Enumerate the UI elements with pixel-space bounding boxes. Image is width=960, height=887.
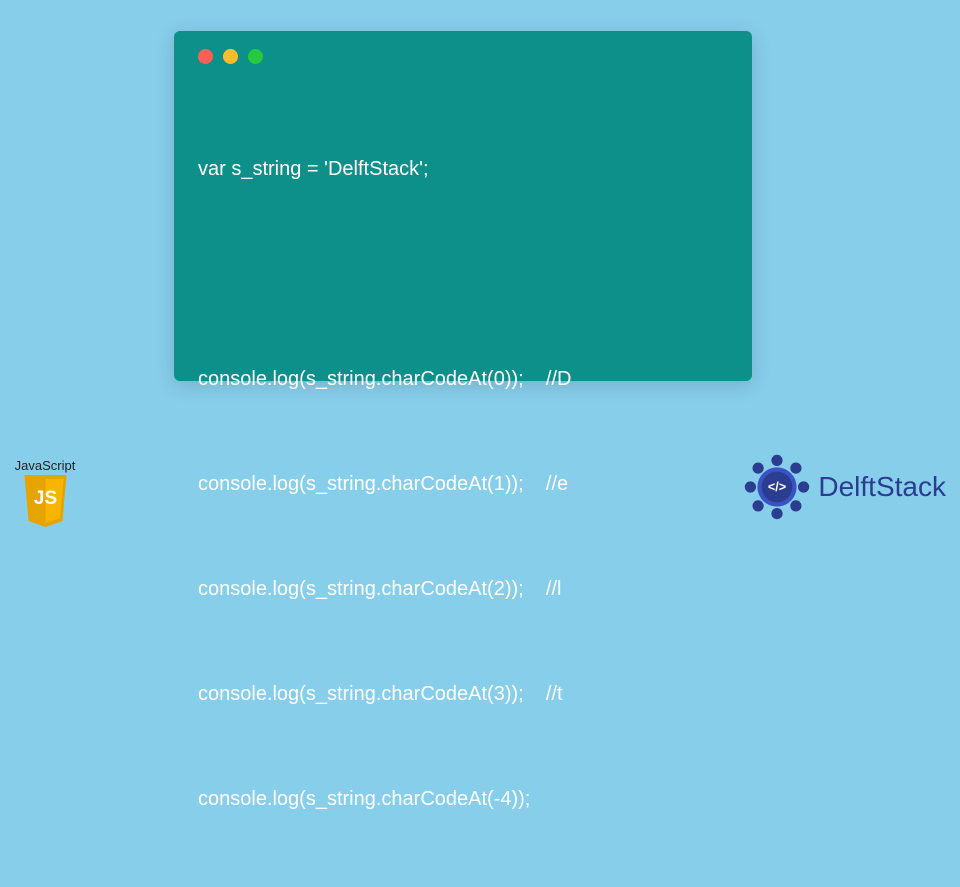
delftstack-text: DelftStack xyxy=(818,471,946,503)
maximize-icon xyxy=(248,49,263,64)
code-line: console.log(s_string.charCodeAt(3)); //t xyxy=(198,677,728,712)
code-window: var s_string = 'DelftStack'; console.log… xyxy=(174,31,752,381)
code-line: var s_string = 'DelftStack'; xyxy=(198,152,728,187)
svg-text:</>: </> xyxy=(768,480,786,494)
code-body: var s_string = 'DelftStack'; console.log… xyxy=(198,82,728,887)
code-line-blank xyxy=(198,257,728,292)
minimize-icon xyxy=(223,49,238,64)
code-line: console.log(s_string.charCodeAt(0)); //D xyxy=(198,362,728,397)
javascript-label: JavaScript xyxy=(6,458,84,473)
code-line: console.log(s_string.charCodeAt(1)); //e xyxy=(198,467,728,502)
delftstack-logo: </> DelftStack xyxy=(742,452,946,522)
delftstack-emblem-icon: </> xyxy=(742,452,812,522)
window-traffic-lights xyxy=(198,49,728,64)
code-line: console.log(s_string.charCodeAt(2)); //l xyxy=(198,572,728,607)
javascript-shield-icon: JS xyxy=(18,475,73,530)
js-icon-text: JS xyxy=(33,488,56,509)
close-icon xyxy=(198,49,213,64)
code-line: console.log(s_string.charCodeAt(-4)); xyxy=(198,782,728,817)
javascript-badge: JavaScript JS xyxy=(6,458,84,530)
